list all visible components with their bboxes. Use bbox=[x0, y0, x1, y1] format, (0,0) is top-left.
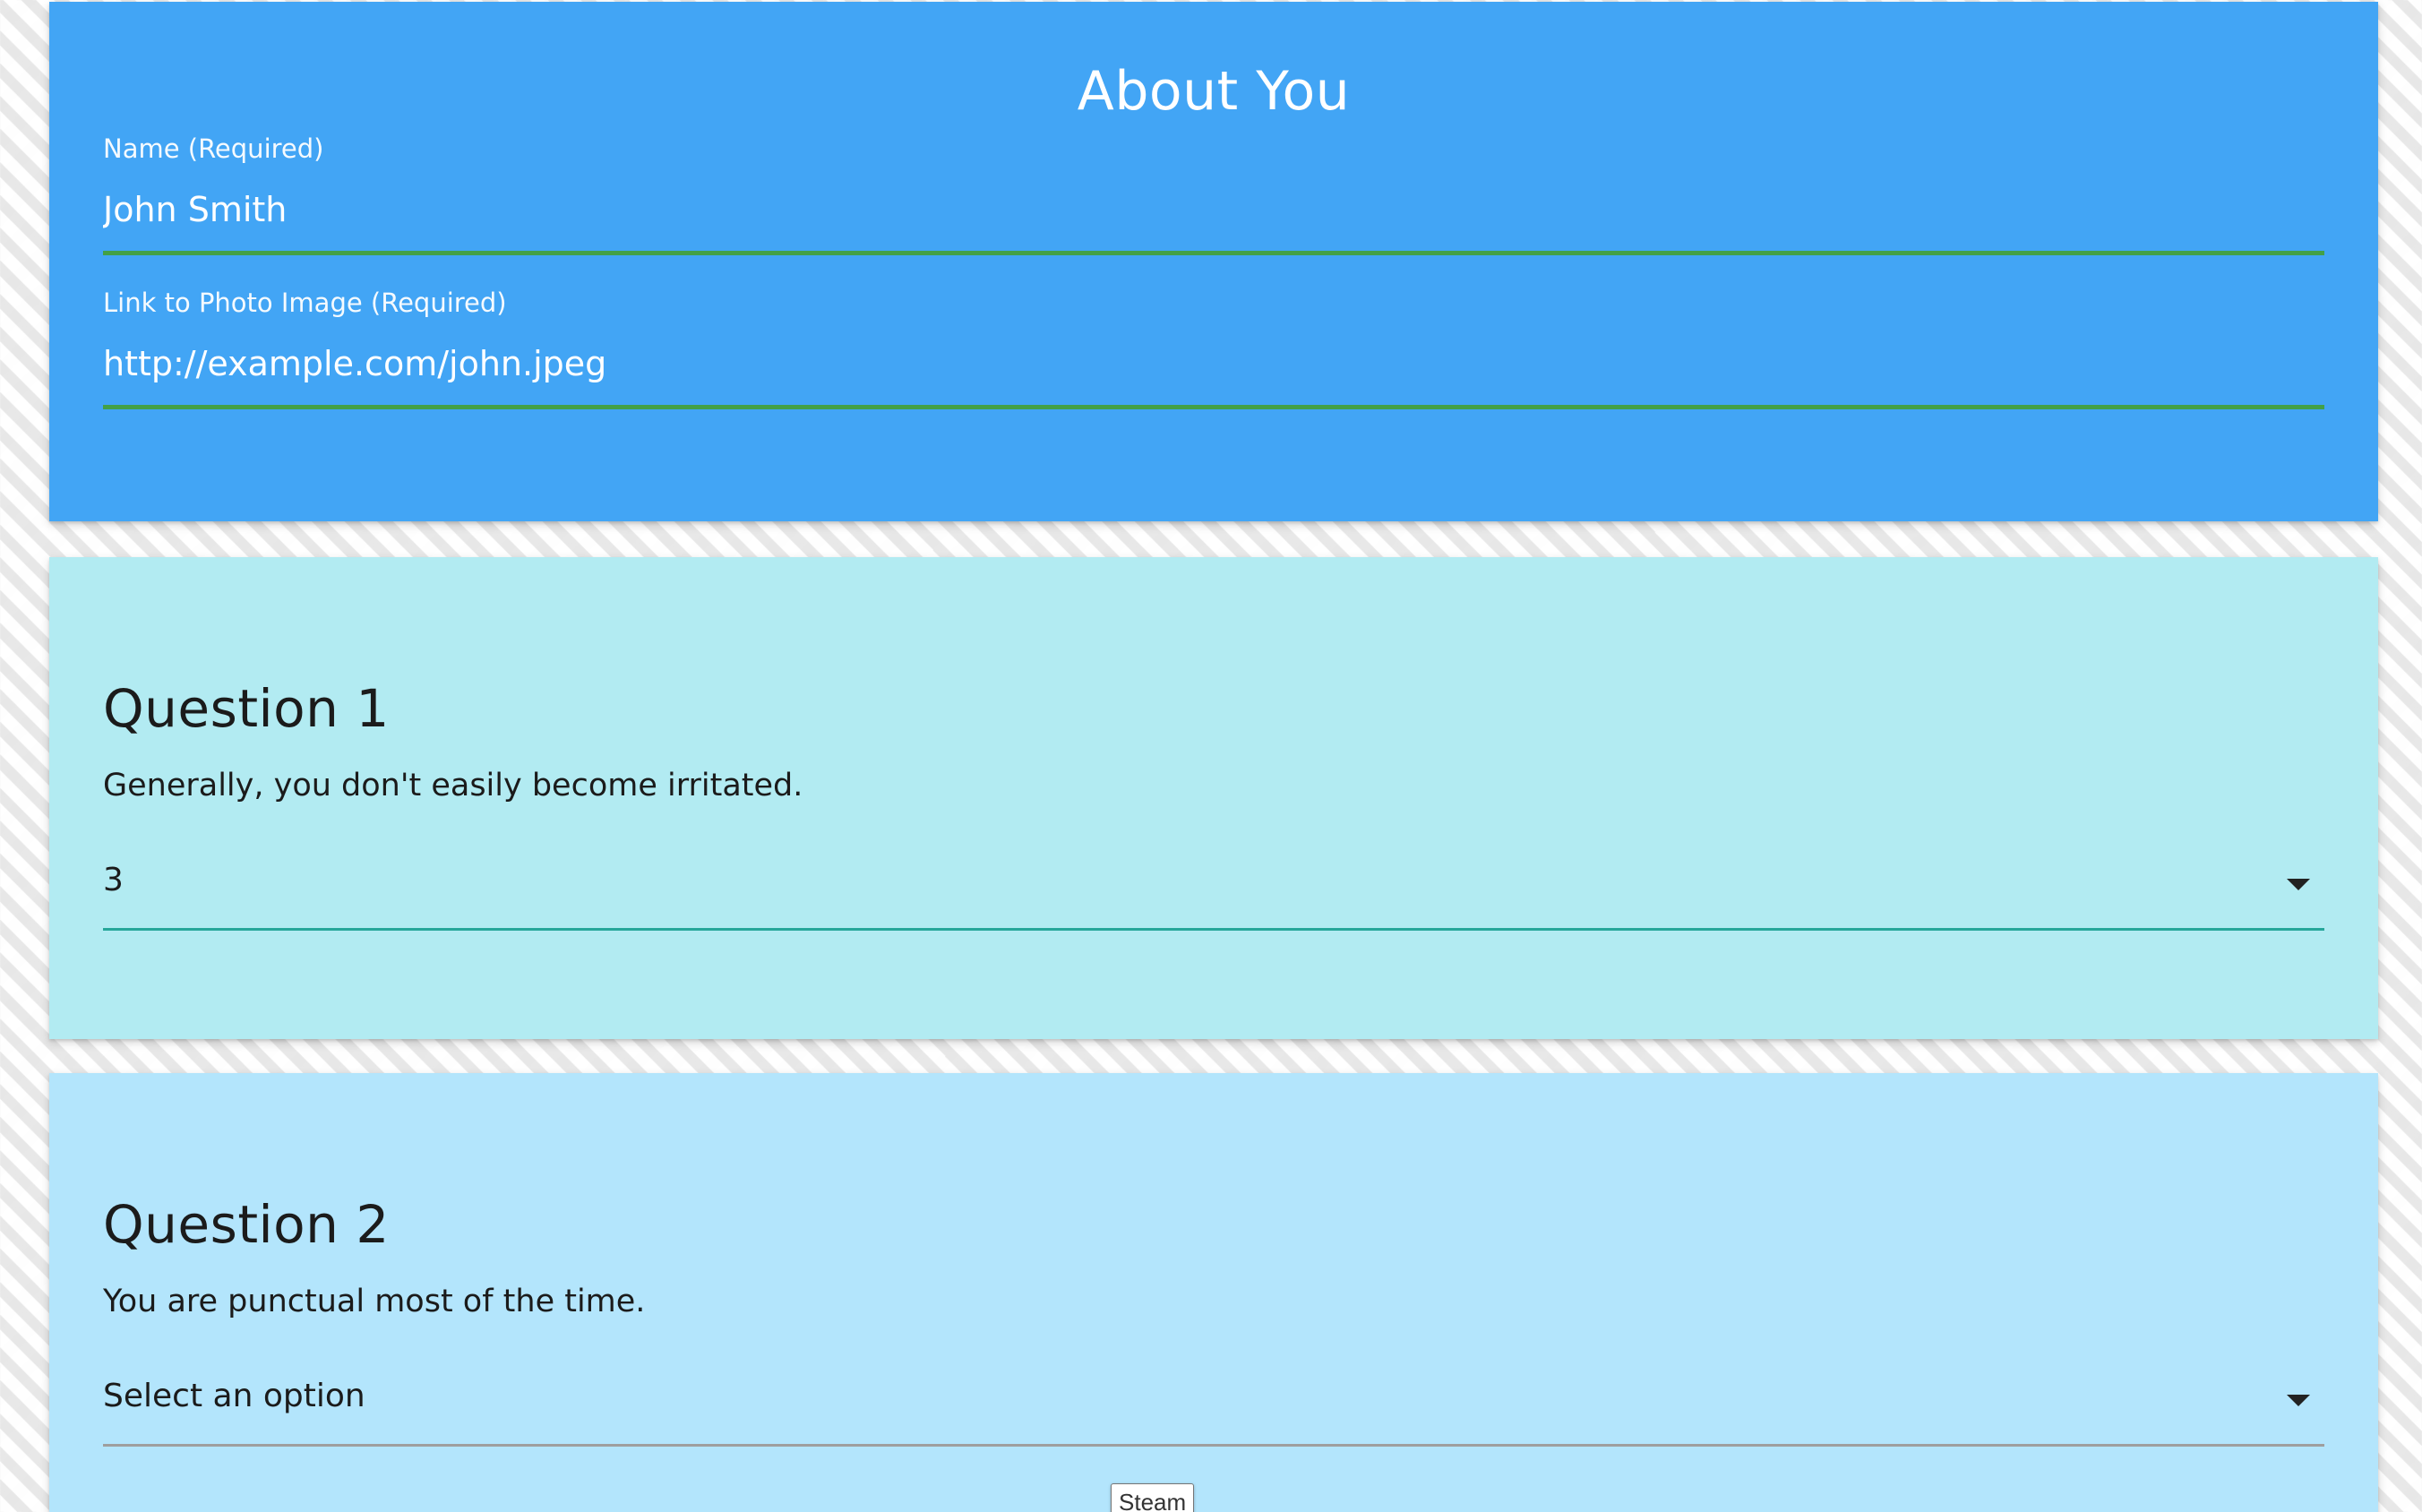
question-1-selected-value: 3 bbox=[103, 862, 124, 898]
question-1-select[interactable]: 3 bbox=[103, 848, 2324, 931]
photo-link-label: Link to Photo Image (Required) bbox=[103, 288, 507, 318]
question-2-title: Question 2 bbox=[103, 1194, 390, 1255]
dropdown-arrow-icon[interactable] bbox=[2287, 1395, 2310, 1406]
photo-link-input[interactable] bbox=[103, 337, 2324, 409]
about-you-title: About You bbox=[1077, 60, 1351, 123]
name-label: Name (Required) bbox=[103, 133, 324, 164]
name-input[interactable] bbox=[103, 183, 2324, 255]
question-2-card: Question 2 You are punctual most of the … bbox=[49, 1073, 2378, 1512]
photo-link-field-group: Link to Photo Image (Required) bbox=[103, 287, 2324, 409]
name-field-group: Name (Required) bbox=[103, 133, 2324, 255]
about-you-card: About You Name (Required) Link to Photo … bbox=[49, 2, 2378, 521]
question-2-select-underline bbox=[103, 1444, 2324, 1447]
tooltip: Steam bbox=[1111, 1483, 1195, 1512]
question-1-title: Question 1 bbox=[103, 678, 390, 739]
question-1-card: Question 1 Generally, you don't easily b… bbox=[49, 557, 2378, 1039]
question-1-text: Generally, you don't easily become irrit… bbox=[103, 768, 803, 803]
question-2-selected-value: Select an option bbox=[103, 1378, 365, 1414]
question-2-text: You are punctual most of the time. bbox=[103, 1284, 646, 1319]
question-1-select-underline bbox=[103, 928, 2324, 931]
dropdown-arrow-icon[interactable] bbox=[2287, 879, 2310, 890]
question-2-select[interactable]: Select an option bbox=[103, 1364, 2324, 1447]
